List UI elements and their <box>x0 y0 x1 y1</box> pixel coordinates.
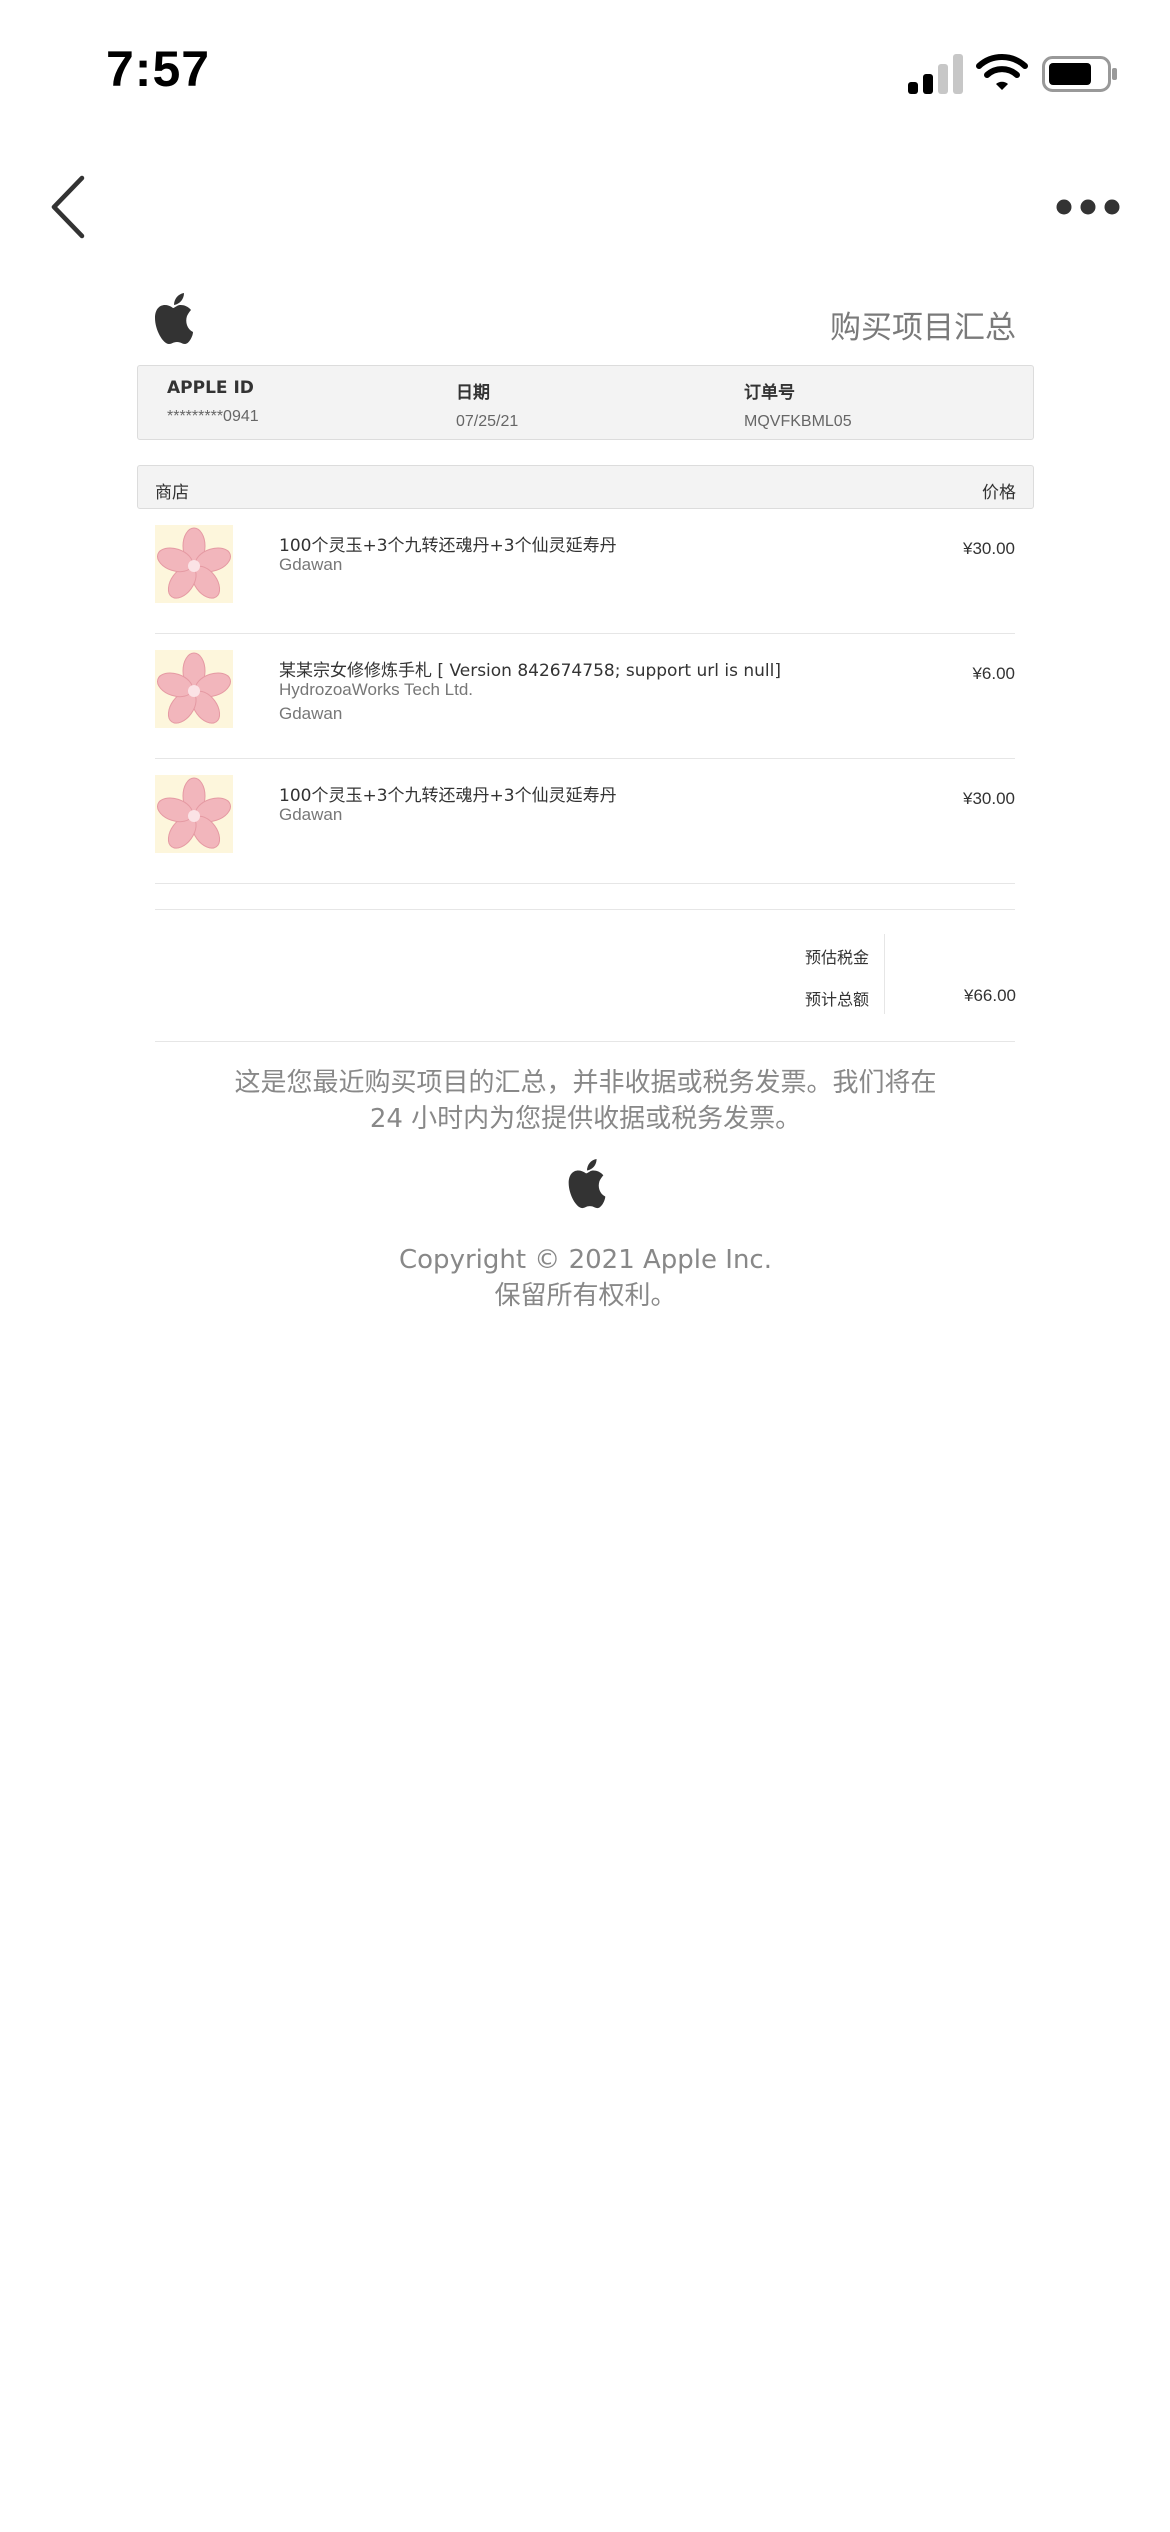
item-seller: Gdawan <box>279 704 343 723</box>
copyright-line-1: Copyright © 2021 Apple Inc. <box>399 1245 772 1275</box>
apple-logo-icon <box>155 293 193 344</box>
purchase-item[interactable]: 100个灵玉+3个九转还魂丹+3个仙灵延寿丹 Gdawan ¥30.00 <box>155 759 1015 884</box>
copyright-notice: Copyright © 2021 Apple Inc. 保留所有权利。 <box>137 1242 1034 1314</box>
summary-disclaimer: 这是您最近购买项目的汇总，并非收据或税务发票。我们将在 24 小时内为您提供收据… <box>137 1065 1034 1137</box>
price-column-header: 价格 <box>982 483 1016 503</box>
sakura-flower-icon <box>155 525 233 603</box>
status-time: 7:57 <box>106 41 211 97</box>
item-developer: Gdawan <box>279 555 343 574</box>
item-price: ¥30.00 <box>963 539 1015 558</box>
item-name: 某某宗女修修炼手札 [ Version 842674758; support u… <box>279 661 782 681</box>
copyright-line-2: 保留所有权利。 <box>494 1281 677 1311</box>
apple-logo-icon <box>568 1158 606 1209</box>
estimated-total-label: 预计总额 <box>804 990 869 1009</box>
date-label: 日期 <box>456 383 490 403</box>
order-id-field: 订单号 MQVFKBML05 <box>744 378 852 431</box>
order-id-value: MQVFKBML05 <box>744 413 852 430</box>
estimated-total-value: ¥66.00 <box>964 986 1016 1005</box>
cellular-signal-icon <box>908 54 963 94</box>
store-column-header: 商店 <box>155 483 189 503</box>
date-field: 日期 07/25/21 <box>456 378 518 431</box>
apple-id-field: APPLE ID *********0941 <box>167 378 259 426</box>
item-developer: Gdawan <box>279 805 343 824</box>
sakura-flower-icon <box>155 650 233 728</box>
items-table-header: 商店 价格 <box>137 465 1034 509</box>
disclaimer-line-2: 24 小时内为您提供收据或税务发票。 <box>369 1104 802 1134</box>
purchase-item[interactable]: 100个灵玉+3个九转还魂丹+3个仙灵延寿丹 Gdawan ¥30.00 <box>155 509 1015 634</box>
apple-id-label: APPLE ID <box>167 378 254 398</box>
totals-column-separator <box>884 934 885 1014</box>
item-price: ¥30.00 <box>963 789 1015 808</box>
totals-divider-bottom <box>155 1041 1015 1042</box>
status-bar: 7:57 <box>0 0 1170 150</box>
battery-icon <box>1042 56 1117 92</box>
item-name: 100个灵玉+3个九转还魂丹+3个仙灵延寿丹 <box>279 536 617 556</box>
estimated-tax-label: 预估税金 <box>804 948 869 967</box>
totals-divider-top <box>155 909 1015 910</box>
chevron-left-icon[interactable] <box>44 172 94 242</box>
sakura-flower-icon <box>155 775 233 853</box>
item-developer: HydrozoaWorks Tech Ltd. <box>279 680 474 699</box>
date-value: 07/25/21 <box>456 413 519 430</box>
order-info-box: APPLE ID *********0941 日期 07/25/21 订单号 M… <box>137 365 1034 440</box>
item-name: 100个灵玉+3个九转还魂丹+3个仙灵延寿丹 <box>279 786 617 806</box>
item-price: ¥6.00 <box>972 664 1015 683</box>
disclaimer-line-1: 这是您最近购买项目的汇总，并非收据或税务发票。我们将在 <box>234 1068 937 1098</box>
wifi-icon <box>976 54 1028 90</box>
more-icon[interactable] <box>1055 196 1121 218</box>
receipt-title: 购买项目汇总 <box>830 310 1016 346</box>
purchase-item[interactable]: 某某宗女修修炼手札 [ Version 842674758; support u… <box>155 634 1015 759</box>
apple-id-value: *********0941 <box>167 408 259 425</box>
order-id-label: 订单号 <box>744 383 795 403</box>
